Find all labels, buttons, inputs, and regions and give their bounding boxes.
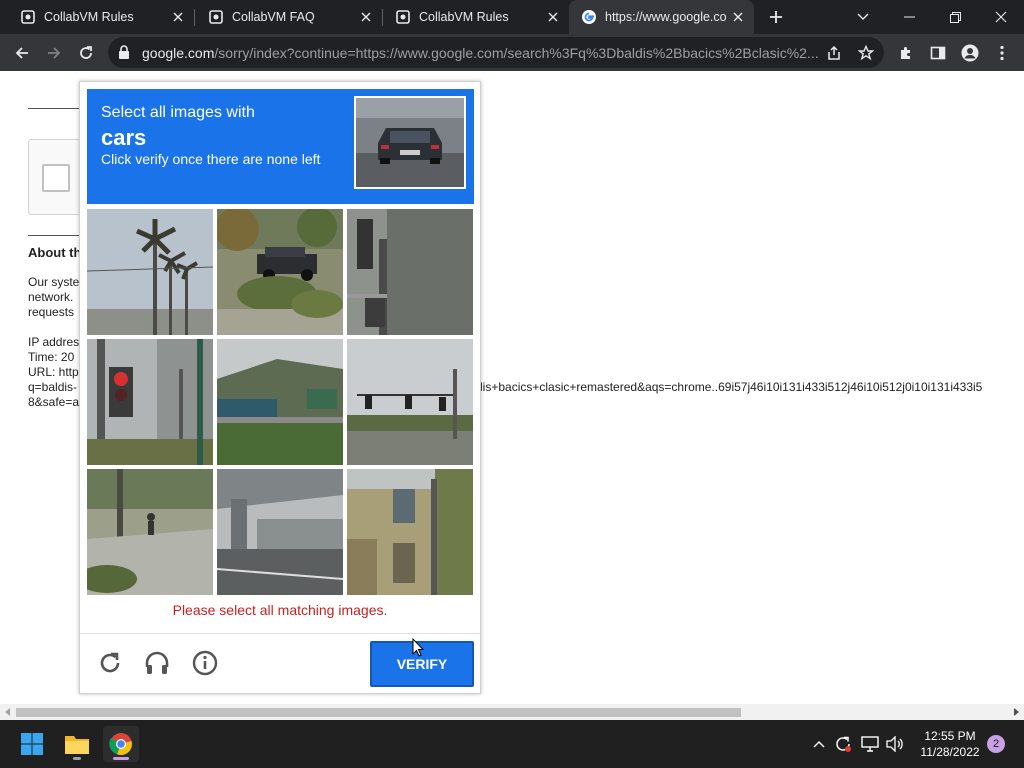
info-line: URL: http	[28, 365, 79, 379]
clock-date: 11/28/2022	[920, 745, 980, 759]
horizontal-scrollbar[interactable]	[0, 704, 1024, 720]
tab-google-active[interactable]: https://www.google.co	[569, 0, 754, 34]
tab-search-icon[interactable]	[840, 0, 886, 34]
menu-kebab-icon[interactable]	[988, 39, 1016, 67]
instruction-target: cars	[101, 125, 147, 150]
side-panel-icon[interactable]	[924, 39, 952, 67]
recaptcha-checkbox[interactable]	[42, 164, 70, 192]
sample-car-image	[354, 96, 466, 189]
minimize-button[interactable]	[886, 0, 932, 34]
audio-challenge-headphones-icon[interactable]	[142, 648, 172, 678]
chrome-taskbar-icon[interactable]	[103, 726, 139, 762]
url-tail-text: lis+bacics+clasic+remastered&aqs=chrome.…	[480, 380, 983, 394]
image-tile-traffic-light-red[interactable]	[87, 339, 213, 465]
bookmark-star-icon[interactable]	[856, 43, 876, 63]
google-icon	[581, 9, 597, 25]
info-line: 8&safe=a	[28, 395, 80, 409]
back-button[interactable]	[8, 39, 36, 67]
reload-challenge-icon[interactable]	[95, 648, 125, 678]
collabvm-icon	[20, 9, 36, 25]
tab-title: CollabVM Rules	[44, 10, 134, 24]
clock-time: 12:55 PM	[924, 729, 976, 743]
tab-strip: CollabVM Rules CollabVM FAQ CollabVM Rul…	[0, 0, 1024, 34]
footer-divider	[80, 633, 480, 634]
collabvm-icon	[395, 9, 411, 25]
para-line: network.	[28, 290, 74, 304]
scroll-right-icon[interactable]	[1011, 707, 1021, 717]
forward-button[interactable]	[40, 39, 68, 67]
close-icon[interactable]	[170, 9, 186, 25]
tab-title: https://www.google.co	[605, 10, 727, 24]
profile-avatar-icon[interactable]	[956, 39, 984, 67]
challenge-header: Select all images with cars Click verify…	[87, 89, 474, 204]
network-monitor-icon[interactable]	[860, 734, 880, 754]
image-tile-highway-sign[interactable]	[217, 339, 343, 465]
active-indicator	[113, 757, 129, 760]
volume-icon[interactable]	[885, 734, 905, 754]
image-tile-road-pedestrian[interactable]	[87, 469, 213, 595]
extensions-icon[interactable]	[892, 39, 920, 67]
notification-badge[interactable]: 2	[987, 735, 1005, 753]
error-message: Please select all matching images.	[172, 602, 388, 618]
info-line: IP addres	[28, 335, 80, 349]
taskbar-clock[interactable]: 12:55 PM 11/28/2022	[915, 728, 985, 760]
browser-toolbar: google.com/sorry/index?continue=https://…	[0, 34, 1024, 71]
image-tile-overpass[interactable]	[217, 469, 343, 595]
file-explorer-icon[interactable]	[59, 726, 95, 762]
para-line: Our syste	[28, 275, 80, 289]
info-line: q=baldis-	[28, 380, 78, 394]
tab-title: CollabVM Rules	[419, 10, 509, 24]
new-tab-button[interactable]	[766, 7, 786, 27]
image-tile-palm-trees[interactable]	[87, 209, 213, 335]
close-icon[interactable]	[358, 9, 374, 25]
lock-icon[interactable]	[118, 45, 130, 64]
mouse-cursor-icon	[412, 637, 425, 663]
share-icon[interactable]	[824, 43, 844, 63]
chevron-up-icon[interactable]	[809, 734, 829, 754]
start-button-windows-icon[interactable]	[14, 726, 50, 762]
reload-button[interactable]	[72, 39, 100, 67]
sync-icon[interactable]	[833, 734, 853, 754]
close-window-button[interactable]	[978, 0, 1024, 34]
url-path: /sorry/index?continue=https://www.google…	[214, 45, 819, 61]
tab-collabvm-faq[interactable]: CollabVM FAQ	[188, 0, 382, 34]
restore-button[interactable]	[932, 0, 978, 34]
info-line: Time: 20	[28, 350, 75, 364]
image-tile-traffic-light-wall[interactable]	[347, 209, 473, 335]
image-tile-building-corner[interactable]	[347, 469, 473, 595]
tab-title: CollabVM FAQ	[232, 10, 315, 24]
url-host: google.com	[142, 45, 215, 61]
scroll-left-icon[interactable]	[3, 707, 13, 717]
address-bar[interactable]: google.com/sorry/index?continue=https://…	[108, 37, 884, 68]
windows-taskbar: 12:55 PM 11/28/2022 2	[0, 720, 1024, 768]
instruction-line-1: Select all images with	[101, 104, 255, 121]
about-heading: About th	[28, 245, 82, 260]
scrollbar-thumb[interactable]	[16, 708, 741, 717]
info-icon[interactable]	[190, 648, 220, 678]
tab-collabvm-rules-1[interactable]: CollabVM Rules	[0, 0, 194, 34]
tab-collabvm-rules-2[interactable]: CollabVM Rules	[375, 0, 569, 34]
instruction-line-3: Click verify once there are none left	[101, 151, 321, 167]
url-text: google.com/sorry/index?continue=https://…	[142, 45, 822, 61]
recaptcha-challenge-dialog: Select all images with cars Click verify…	[79, 81, 481, 694]
para-line: requests	[28, 305, 75, 319]
image-tile-car-on-street[interactable]	[217, 209, 343, 335]
close-icon[interactable]	[545, 9, 561, 25]
close-icon[interactable]	[730, 9, 746, 25]
image-tile-traffic-signals[interactable]	[347, 339, 473, 465]
collabvm-icon	[208, 9, 224, 25]
running-indicator	[73, 757, 81, 760]
